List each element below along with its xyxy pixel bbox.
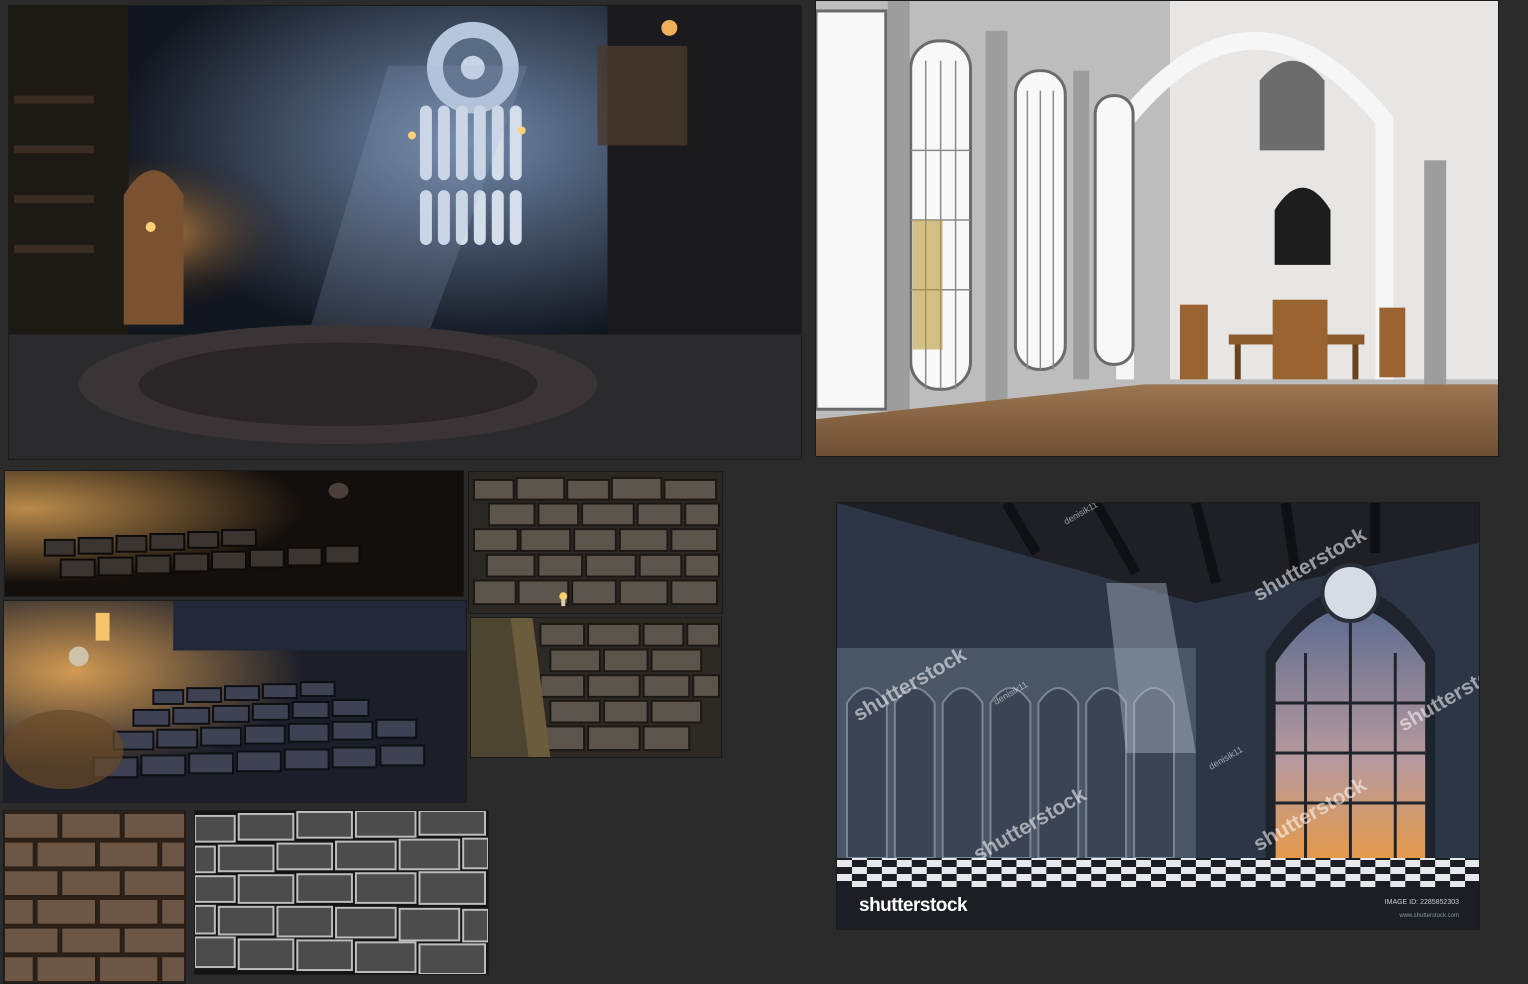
gothic-library-image <box>9 6 801 459</box>
cobblestone-lantern-image <box>4 601 466 802</box>
reference-image-stone-wall-corner[interactable] <box>470 617 722 758</box>
reference-image-brick-grey[interactable] <box>194 810 489 975</box>
stock-url: www.shutterstock.com <box>1399 913 1459 919</box>
shutterstock-logo: shutterstock <box>859 895 968 916</box>
reference-image-library[interactable] <box>8 5 802 460</box>
reference-image-brick-brown[interactable] <box>3 810 186 984</box>
white-gothic-hall-image <box>816 1 1498 456</box>
stone-wall-image <box>471 618 721 757</box>
reference-image-cobblestone-lantern[interactable] <box>3 600 467 803</box>
stone-wall-image <box>469 472 722 613</box>
brick-texture-image <box>195 811 488 974</box>
gothic-hall-stock-image <box>837 503 1479 889</box>
reference-image-white-hall[interactable] <box>815 0 1499 457</box>
reference-board: shutterstock shutterstock shutterstock s… <box>0 0 1528 984</box>
stock-footer: shutterstock IMAGE ID: 2285852303 www.sh… <box>837 887 1479 929</box>
image-id: IMAGE ID: 2285852303 <box>1384 899 1459 906</box>
cobblestone-floor-image <box>5 471 463 596</box>
brick-texture-image <box>4 811 185 983</box>
reference-image-stone-wall-candle[interactable] <box>468 471 723 614</box>
reference-image-stock-hall[interactable]: shutterstock shutterstock shutterstock s… <box>836 502 1480 930</box>
reference-image-cobblestone-dark[interactable] <box>4 470 464 597</box>
